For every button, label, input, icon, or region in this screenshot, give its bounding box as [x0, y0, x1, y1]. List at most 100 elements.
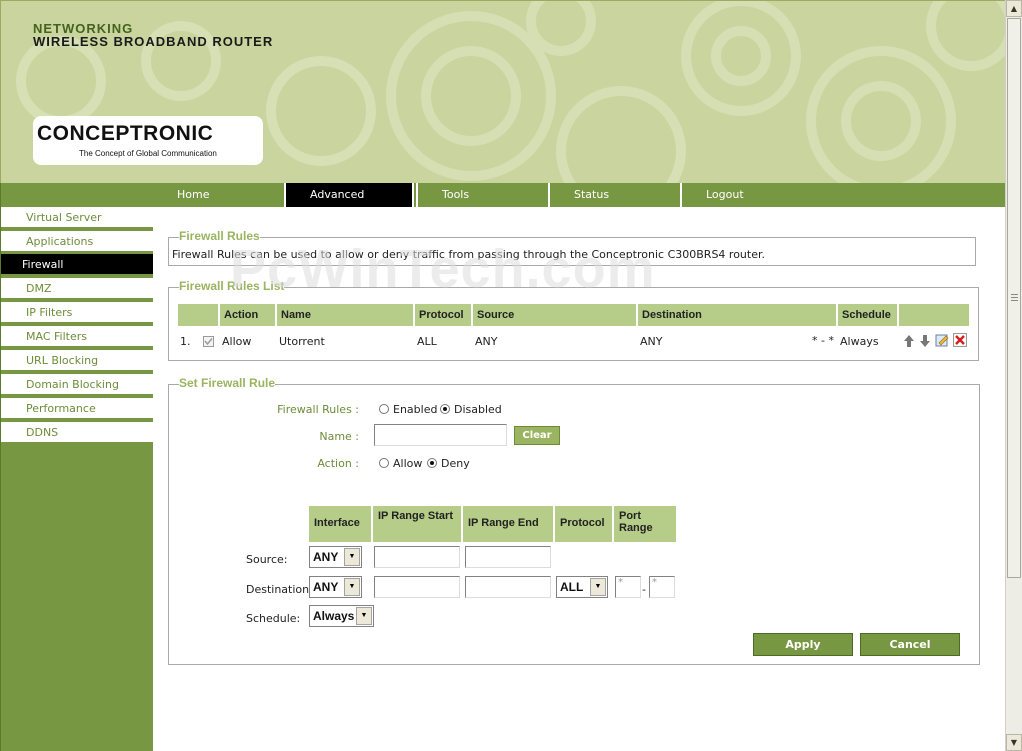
row-action: Allow [222, 334, 252, 348]
apply-button[interactable]: Apply [753, 633, 853, 656]
row-controls [899, 328, 969, 354]
sidebar-item-dmz[interactable]: DMZ [1, 278, 153, 300]
name-label: Name : [319, 430, 359, 443]
tab-advanced[interactable]: Advanced [284, 183, 414, 207]
vertical-scrollbar[interactable]: ▲ ▼ [1005, 0, 1022, 751]
firewall-rules-description: Firewall Rules can be used to allow or d… [172, 248, 765, 261]
destination-interface-select[interactable]: ANY ▼ [309, 576, 362, 598]
sidebar-item-applications[interactable]: Applications [1, 231, 153, 253]
tab-tools[interactable]: Tools [416, 183, 546, 207]
main-content: Firewall Rules Firewall Rules can be use… [153, 207, 1005, 751]
allow-radio[interactable] [379, 458, 389, 468]
col-protocol: Protocol [415, 304, 471, 326]
row-index-cell: 1. [178, 328, 218, 354]
col-name: Name [277, 304, 413, 326]
sidebar-item-mac-filters[interactable]: MAC Filters [1, 326, 153, 348]
port-end-input[interactable]: * [649, 576, 675, 598]
header-title-router: WIRELESS BROADBAND ROUTER [33, 34, 274, 49]
port-start-input[interactable]: * [615, 576, 641, 598]
row-checkbox[interactable] [203, 336, 214, 347]
row-destination-cell: ANY * - * [638, 328, 836, 354]
cancel-button[interactable]: Cancel [860, 633, 960, 656]
scrollbar-thumb[interactable] [1007, 18, 1021, 578]
firewall-rules-state-label: Firewall Rules : [277, 403, 359, 416]
source-ip-end-input[interactable] [465, 546, 551, 568]
sidebar-item-ip-filters[interactable]: IP Filters [1, 302, 153, 324]
name-input[interactable] [374, 424, 507, 446]
tab-status[interactable]: Status [548, 183, 678, 207]
schedule-value: Always [313, 609, 355, 623]
sidebar-item-ddns[interactable]: DDNS [1, 422, 153, 444]
sidebar-item-url-blocking[interactable]: URL Blocking [1, 350, 153, 372]
set-firewall-rule-legend: Set Firewall Rule [179, 376, 276, 390]
row-source: ANY [475, 334, 498, 348]
destination-ip-end-input[interactable] [465, 576, 551, 598]
schedule-label: Schedule: [246, 612, 301, 625]
col-ip-range-start: IP Range Start [373, 506, 461, 542]
top-navigation: Home Advanced Tools Status Logout [153, 183, 1005, 207]
deny-radio-label: Deny [441, 457, 470, 470]
scroll-up-icon[interactable]: ▲ [1006, 0, 1022, 17]
brand-tagline: The Concept of Global Communication [79, 149, 217, 158]
move-down-icon[interactable] [919, 334, 933, 348]
source-interface-select[interactable]: ANY ▼ [309, 546, 362, 568]
deny-radio[interactable] [427, 458, 437, 468]
col-protocol: Protocol [555, 506, 612, 542]
allow-radio-label: Allow [393, 457, 423, 470]
edit-icon[interactable] [935, 333, 949, 347]
col-source: Source [473, 304, 636, 326]
delete-icon[interactable] [953, 333, 967, 347]
source-label: Source: [246, 553, 288, 566]
set-firewall-rule-section: Set Firewall Rule Firewall Rules : Enabl… [168, 376, 980, 665]
tab-logout[interactable]: Logout [680, 183, 810, 207]
row-destination: ANY [640, 334, 663, 348]
schedule-select[interactable]: Always ▼ [309, 605, 374, 627]
chevron-down-icon: ▼ [590, 578, 606, 596]
clear-button[interactable]: Clear [514, 426, 560, 445]
firewall-rules-table: Action Name Protocol Source Destination … [176, 302, 971, 356]
col-ip-range-end: IP Range End [463, 506, 553, 542]
firewall-rules-list-legend: Firewall Rules List [179, 279, 285, 293]
sidebar-item-domain-blocking[interactable]: Domain Blocking [1, 374, 153, 396]
col-controls [899, 304, 969, 326]
row-schedule: Always [840, 334, 879, 348]
grip-icon [1011, 294, 1018, 301]
disabled-radio-label: Disabled [454, 403, 502, 416]
col-index [178, 304, 218, 326]
col-action: Action [220, 304, 275, 326]
brand-logo: CONCEPTRONIC The Concept of Global Commu… [33, 116, 263, 165]
scroll-down-icon[interactable]: ▼ [1006, 734, 1022, 751]
col-schedule: Schedule [838, 304, 897, 326]
row-name: Utorrent [279, 334, 325, 348]
table-header-row: Action Name Protocol Source Destination … [178, 304, 969, 326]
sidebar: Virtual Server Applications Firewall DMZ… [0, 183, 153, 751]
chevron-down-icon: ▼ [344, 548, 360, 566]
col-interface: Interface [309, 506, 371, 542]
source-ip-start-input[interactable] [374, 546, 460, 568]
move-up-icon[interactable] [903, 334, 917, 348]
row-protocol: ALL [417, 334, 437, 348]
sidebar-item-virtual-server[interactable]: Virtual Server [1, 207, 153, 229]
col-destination: Destination [638, 304, 836, 326]
page-header: NETWORKING WIRELESS BROADBAND ROUTER CON… [0, 0, 1005, 183]
disabled-radio[interactable] [440, 404, 450, 414]
source-interface-value: ANY [313, 550, 339, 564]
table-row: 1. Allow Utorrent ALL ANY ANY * - * Alwa… [178, 328, 969, 354]
firewall-rules-section: Firewall Rules Firewall Rules can be use… [168, 229, 976, 266]
chevron-down-icon: ▼ [344, 578, 360, 596]
chevron-down-icon: ▼ [356, 607, 372, 625]
enabled-radio[interactable] [379, 404, 389, 414]
sidebar-item-performance[interactable]: Performance [1, 398, 153, 420]
firewall-rules-list-section: Firewall Rules List Action Name Protocol… [168, 279, 979, 361]
destination-ip-start-input[interactable] [374, 576, 460, 598]
destination-protocol-select[interactable]: ALL ▼ [556, 576, 608, 598]
col-port-range: Port Range [614, 506, 676, 542]
firewall-rules-legend: Firewall Rules [179, 229, 260, 243]
sidebar-item-firewall[interactable]: Firewall [1, 254, 153, 276]
port-separator: - [642, 583, 646, 596]
tab-home[interactable]: Home [153, 183, 283, 207]
row-index: 1. [180, 334, 191, 348]
row-ports: * - * [812, 334, 834, 347]
action-label: Action : [317, 457, 359, 470]
enabled-radio-label: Enabled [393, 403, 438, 416]
